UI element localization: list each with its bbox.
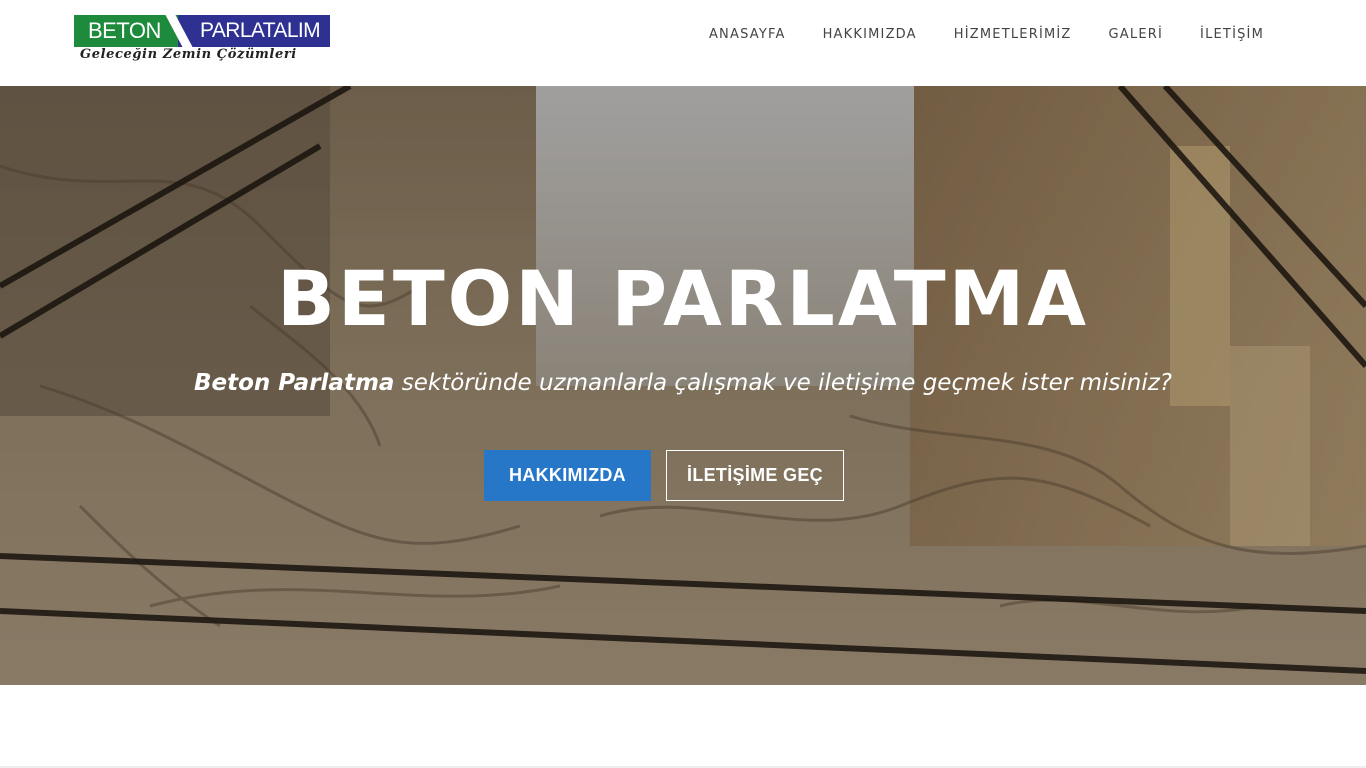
site-logo[interactable]: BETON PARLATALIM Geleceğin Zemin Çözümle… (74, 14, 330, 66)
nav-item-iletisim[interactable]: İLETİŞİM (1200, 27, 1264, 42)
logo-right-text: PARLATALIM (178, 15, 330, 47)
main-nav: ANASAYFA HAKKIMIZDA HİZMETLERİMİZ GALERİ… (672, 0, 1264, 68)
hero-subtitle-rest: sektöründe uzmanlarla çalışmak ve iletiş… (394, 370, 1173, 396)
logo-banner: BETON PARLATALIM (74, 14, 330, 48)
about-button[interactable]: HAKKIMIZDA (484, 450, 651, 501)
nav-item-hakkimizda[interactable]: HAKKIMIZDA (823, 27, 917, 42)
logo-tagline: Geleceğin Zemin Çözümleri (80, 47, 297, 62)
nav-item-hizmetlerimiz[interactable]: HİZMETLERİMİZ (954, 27, 1072, 42)
hero-subtitle: Beton Parlatma sektöründe uzmanlarla çal… (0, 370, 1366, 396)
hero-title: BETON PARLATMA (276, 254, 1090, 343)
nav-item-galeri[interactable]: GALERİ (1109, 27, 1164, 42)
hero-subtitle-bold: Beton Parlatma (193, 370, 395, 396)
hero-section: BETON PARLATMA Beton Parlatma sektöründe… (0, 86, 1366, 685)
nav-item-anasayfa[interactable]: ANASAYFA (709, 27, 786, 42)
site-header: BETON PARLATALIM Geleceğin Zemin Çözümle… (0, 0, 1366, 86)
contact-button[interactable]: İLETİŞİME GEÇ (666, 450, 844, 501)
